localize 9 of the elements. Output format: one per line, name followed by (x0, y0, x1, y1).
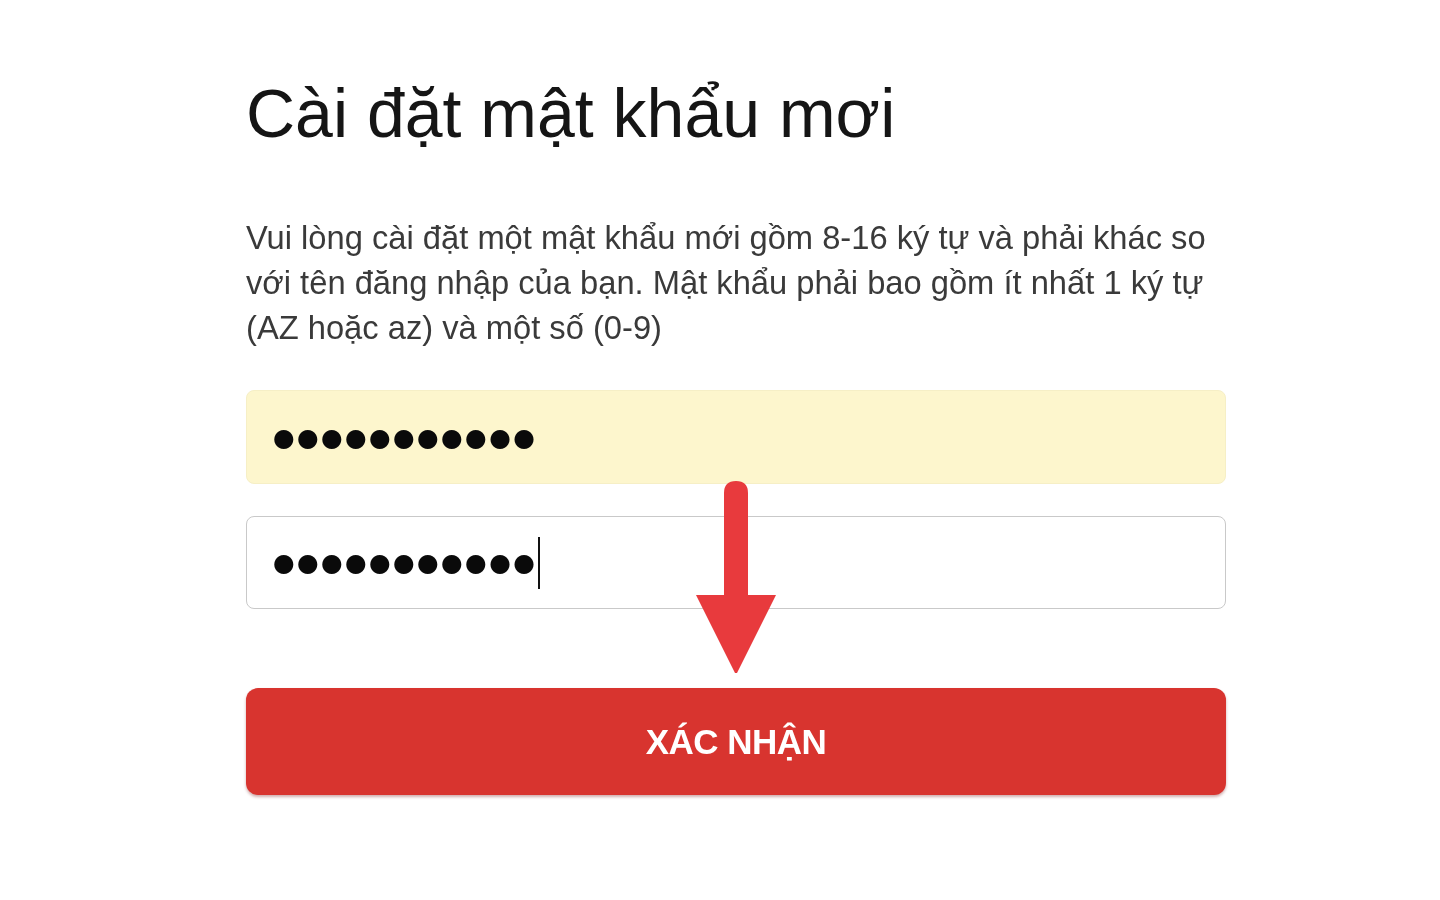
password-field[interactable]: ●●●●●●●●●●● (246, 390, 1226, 484)
page-title: Cài đặt mật khẩu mơi (246, 74, 896, 153)
down-arrow-icon (696, 481, 776, 673)
confirm-button[interactable]: XÁC NHẬN (246, 688, 1226, 795)
password-field[interactable]: ●●●●●●●●●●● (246, 516, 1226, 609)
text-cursor (538, 536, 541, 589)
masked-password: ●●●●●●●●●●● (273, 424, 538, 450)
masked-password: ●●●●●●●●●●● (273, 550, 538, 575)
instructions-text: Vui lòng cài đặt một mật khẩu mới gồm 8-16 ký tự và phải khác so với tên đăng nhập của bạn. Mật khẩu phải bao gồm ít nhất 1 ký tự (AZ hoặc az) và một số (0-9) (246, 218, 1207, 348)
